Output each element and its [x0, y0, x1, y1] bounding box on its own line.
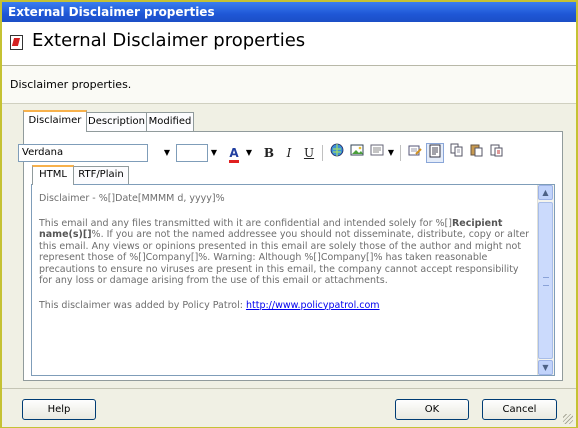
confidentiality-paragraph: This email and any files transmitted wit… [39, 217, 530, 287]
edit-button[interactable] [406, 143, 424, 163]
document-icon [429, 144, 441, 158]
editor-content[interactable]: Disclaimer - %[]Date[MMMM d, yyyy]% This… [39, 193, 534, 324]
font-size-select[interactable] [176, 144, 208, 162]
header-panel: External Disclaimer properties [2, 22, 576, 66]
copy-icon [450, 143, 463, 157]
date-line: Disclaimer - %[]Date[MMMM d, yyyy]% [39, 193, 225, 204]
insert-field-button[interactable] [368, 143, 386, 163]
scroll-up-icon[interactable]: ▲ [538, 185, 553, 200]
vertical-scrollbar[interactable]: ▲ ▼ [537, 185, 554, 375]
paste-icon [470, 144, 483, 157]
tab-description[interactable]: Description [86, 112, 147, 132]
formatting-toolbar: Verdana ▼ ▼ A ▼ B I U ▼ [16, 142, 556, 164]
italic-button[interactable]: I [280, 143, 298, 163]
ok-button[interactable]: OK [395, 399, 469, 420]
source-view-button[interactable] [426, 143, 444, 163]
copy-button[interactable] [448, 143, 466, 163]
underline-button[interactable]: U [300, 143, 318, 163]
font-color-icon: A [229, 146, 239, 163]
toolbar-separator [400, 145, 401, 161]
added-by-paragraph: This disclaimer was added by Policy Patr… [39, 299, 380, 311]
chevron-down-icon[interactable]: ▼ [162, 144, 172, 162]
paste-special-icon [490, 144, 503, 157]
insert-image-button[interactable] [348, 143, 366, 163]
field-icon [370, 144, 384, 156]
resize-grip-icon[interactable] [563, 414, 573, 424]
title-bar: External Disclaimer properties [2, 2, 576, 22]
scroll-thumb[interactable] [538, 202, 553, 359]
subtitle-text: Disclaimer properties. [2, 66, 576, 104]
edit-icon [408, 145, 422, 156]
font-family-select[interactable]: Verdana [18, 144, 148, 162]
button-bar: Help OK Cancel [2, 388, 576, 427]
chevron-down-icon[interactable]: ▼ [209, 144, 219, 162]
dialog-window: External Disclaimer properties External … [0, 0, 578, 428]
page-title: External Disclaimer properties [32, 30, 306, 51]
scroll-down-icon[interactable]: ▼ [538, 360, 553, 375]
chevron-down-icon[interactable]: ▼ [244, 144, 254, 162]
paste-special-button[interactable] [488, 143, 506, 163]
policypatrol-link[interactable]: http://www.policypatrol.com [246, 300, 380, 311]
disclaimer-icon [10, 35, 23, 50]
help-button[interactable]: Help [22, 399, 96, 420]
paste-button[interactable] [468, 143, 486, 163]
globe-link-icon [330, 143, 344, 157]
insert-link-button[interactable] [328, 143, 346, 163]
tab-modified[interactable]: Modified [146, 112, 194, 132]
tab-disclaimer[interactable]: Disclaimer [23, 110, 87, 132]
toolbar-separator [322, 145, 323, 161]
image-icon [350, 144, 364, 156]
disclaimer-editor[interactable]: Disclaimer - %[]Date[MMMM d, yyyy]% This… [31, 184, 555, 376]
tab-rtf-plain[interactable]: RTF/Plain [73, 166, 129, 184]
bold-button[interactable]: B [260, 143, 278, 163]
cancel-button[interactable]: Cancel [482, 399, 557, 420]
chevron-down-icon[interactable]: ▼ [386, 144, 396, 162]
font-color-button[interactable]: A [226, 143, 242, 163]
tab-html[interactable]: HTML [32, 165, 74, 185]
